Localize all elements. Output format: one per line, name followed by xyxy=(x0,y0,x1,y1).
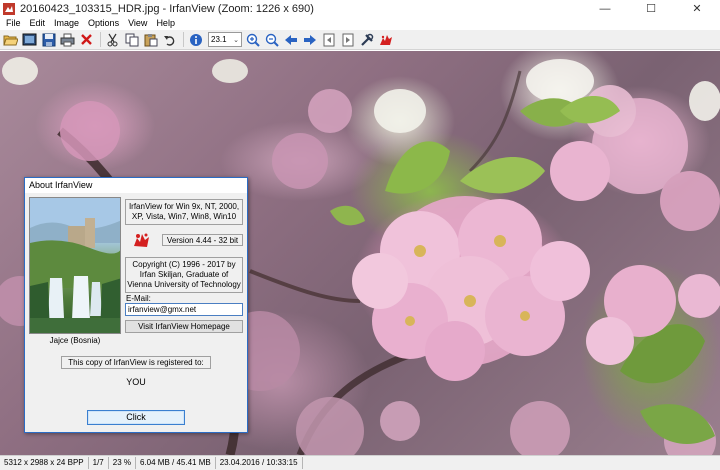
minimize-button[interactable]: — xyxy=(582,0,628,17)
menu-help[interactable]: Help xyxy=(152,17,180,30)
settings-icon[interactable] xyxy=(358,31,375,48)
version-label: Version 4.44 - 32 bit xyxy=(162,234,243,246)
status-zoom: 23 % xyxy=(109,457,136,469)
copyright-text: Copyright (C) 1996 - 2017 by Irfan Skilj… xyxy=(125,257,243,293)
window-title: 20160423_103315_HDR.jpg - IrfanView (Zoo… xyxy=(20,2,314,15)
slideshow-icon[interactable] xyxy=(21,31,38,48)
zoom-select-value: 23.1 xyxy=(211,35,227,44)
status-page: 1/7 xyxy=(89,457,109,469)
toolbar: 23.1 ⌄ xyxy=(0,30,720,50)
menu-file[interactable]: File xyxy=(2,17,26,30)
zoom-out-icon[interactable] xyxy=(263,31,280,48)
status-datetime: 23.04.2016 / 10:33:15 xyxy=(216,457,303,469)
close-button[interactable]: ✕ xyxy=(674,0,720,17)
visit-homepage-button[interactable]: Visit IrfanView Homepage xyxy=(125,320,243,333)
copy-icon[interactable] xyxy=(123,31,140,48)
menu-edit[interactable]: Edit xyxy=(26,17,51,30)
status-bar: 5312 x 2988 x 24 BPP 1/7 23 % 6.04 MB / … xyxy=(0,455,720,470)
cut-icon[interactable] xyxy=(104,31,121,48)
undo-icon[interactable] xyxy=(161,31,178,48)
email-label: E-Mail: xyxy=(126,294,151,303)
first-page-icon[interactable] xyxy=(320,31,337,48)
app-logo-icon xyxy=(3,2,15,15)
title-bar: 20160423_103315_HDR.jpg - IrfanView (Zoo… xyxy=(0,0,720,17)
menu-bar: File Edit Image Options View Help xyxy=(0,17,720,30)
zoom-in-icon[interactable] xyxy=(244,31,261,48)
about-dialog: About IrfanView Jajce (Bosnia) IrfanView… xyxy=(24,177,248,433)
toolbar-separator xyxy=(100,32,101,47)
zoom-select[interactable]: 23.1 ⌄ xyxy=(208,32,242,47)
last-page-icon[interactable] xyxy=(339,31,356,48)
chevron-down-icon: ⌄ xyxy=(233,36,239,44)
jajce-photo xyxy=(29,197,121,334)
menu-view[interactable]: View xyxy=(124,17,152,30)
print-icon[interactable] xyxy=(59,31,76,48)
menu-image[interactable]: Image xyxy=(50,17,84,30)
paste-icon[interactable] xyxy=(142,31,159,48)
save-icon[interactable] xyxy=(40,31,57,48)
registration-label: This copy of IrfanView is registered to: xyxy=(61,356,211,369)
status-memory: 6.04 MB / 45.41 MB xyxy=(136,457,216,469)
previous-icon[interactable] xyxy=(282,31,299,48)
about-dialog-title: About IrfanView xyxy=(25,178,247,193)
info-icon[interactable] xyxy=(187,31,204,48)
maximize-button[interactable]: ☐ xyxy=(628,0,674,17)
menu-options[interactable]: Options xyxy=(84,17,124,30)
photo-caption: Jajce (Bosnia) xyxy=(49,336,101,345)
registered-user: YOU xyxy=(126,377,146,387)
delete-icon[interactable] xyxy=(78,31,95,48)
toolbar-separator xyxy=(183,32,184,47)
click-button[interactable]: Click xyxy=(87,410,185,425)
status-dimensions: 5312 x 2988 x 24 BPP xyxy=(0,457,89,469)
irfanview-logo-icon[interactable] xyxy=(377,31,394,48)
open-icon[interactable] xyxy=(2,31,19,48)
next-icon[interactable] xyxy=(301,31,318,48)
app-description: IrfanView for Win 9x, NT, 2000, XP, Vist… xyxy=(125,199,243,225)
irfanview-logo-icon xyxy=(131,230,151,250)
email-field[interactable]: irfanview@gmx.net xyxy=(125,303,243,316)
